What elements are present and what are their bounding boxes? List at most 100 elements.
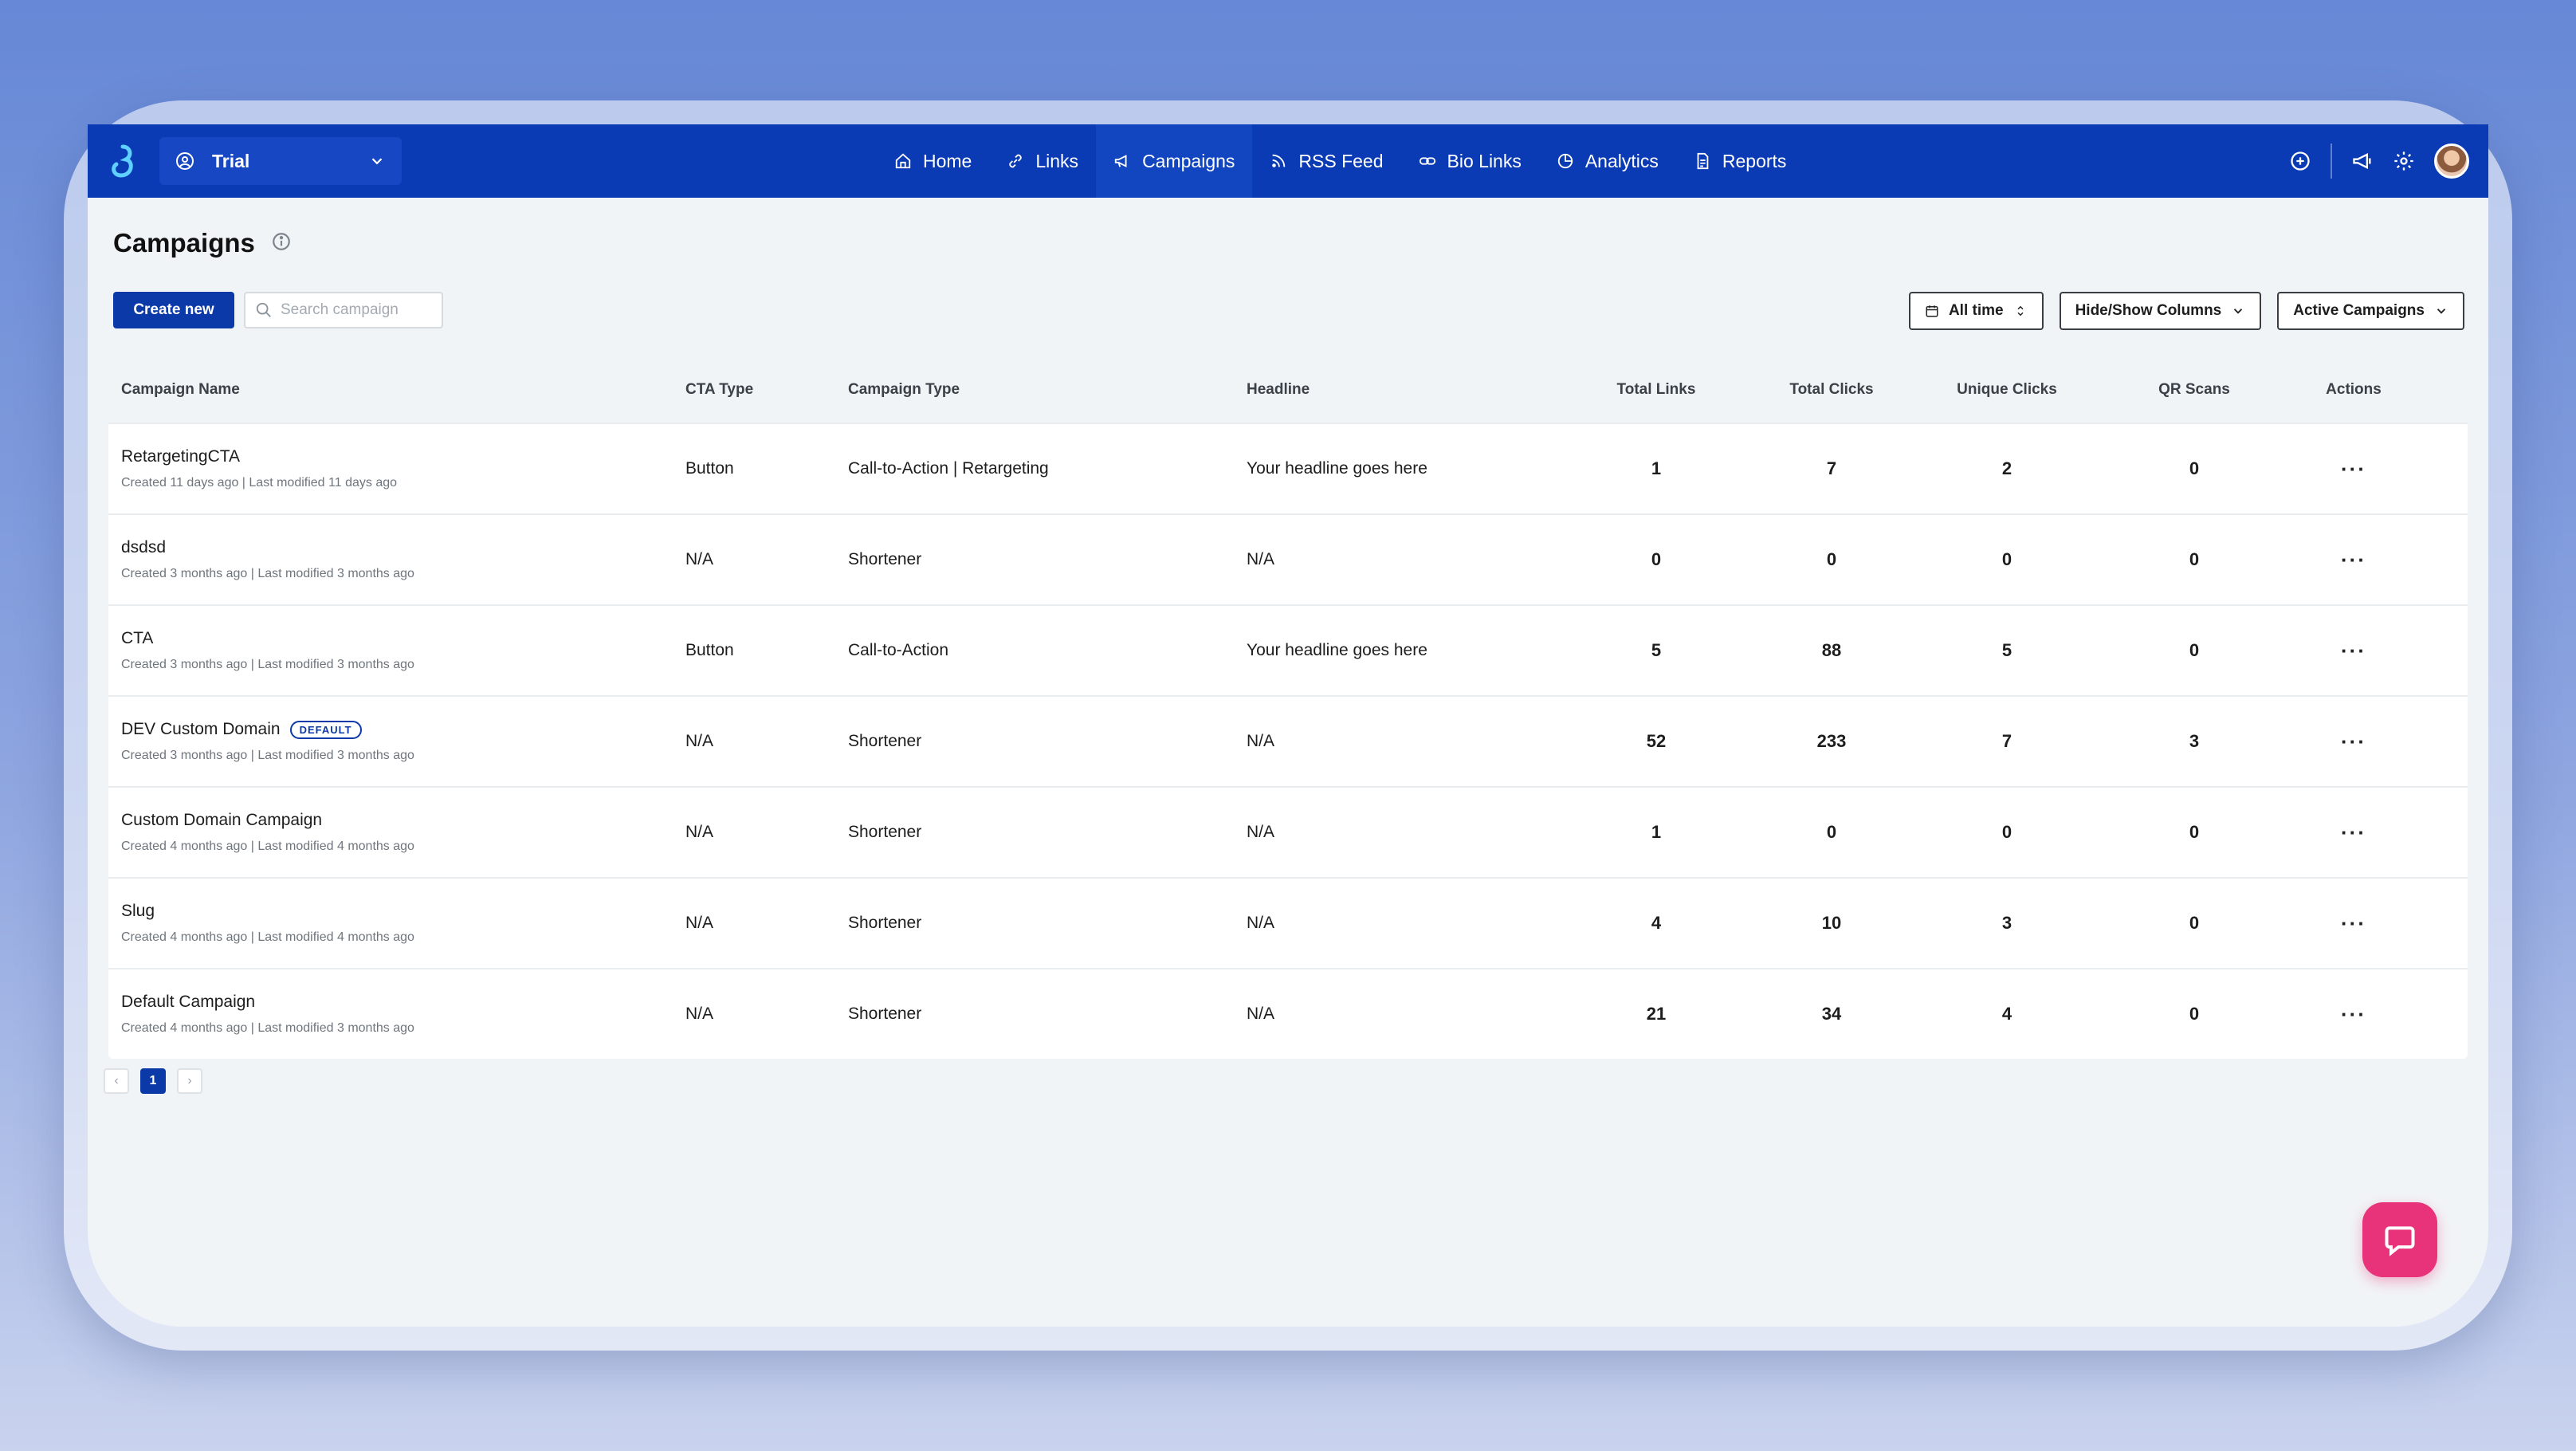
unique-clicks-cell: 4 xyxy=(2001,1004,2012,1024)
unique-clicks-cell: 0 xyxy=(2001,549,2012,569)
campaign-name[interactable]: RetargetingCTA xyxy=(121,447,240,466)
actions-cell: ··· xyxy=(2294,820,2413,845)
campaign-type-cell: Call-to-Action xyxy=(848,641,949,659)
total-clicks-cell: 10 xyxy=(1821,913,1842,933)
campaign-type-cell: Call-to-Action | Retargeting xyxy=(848,459,1049,478)
cta-type-cell: Button xyxy=(685,459,734,478)
app-logo-icon[interactable] xyxy=(107,144,139,179)
date-range-select[interactable]: All time xyxy=(1908,292,2044,330)
cta-type-cell: N/A xyxy=(685,914,714,932)
more-options-icon[interactable]: ··· xyxy=(2341,639,2366,663)
campaign-name[interactable]: Custom Domain Campaign xyxy=(121,811,322,830)
headline-cell: N/A xyxy=(1247,823,1275,841)
total-links-cell: 4 xyxy=(1651,913,1662,933)
qr-scans-cell: 0 xyxy=(2189,822,2200,842)
status-dropdown-label: Active Campaigns xyxy=(2293,302,2425,319)
search-input[interactable] xyxy=(281,301,432,319)
table-row[interactable]: DEV Custom Domain DEFAULT Created 3 mont… xyxy=(108,695,2468,786)
hide-show-columns-dropdown[interactable]: Hide/Show Columns xyxy=(2059,292,2262,330)
unique-clicks-cell: 2 xyxy=(2001,458,2012,478)
create-new-button[interactable]: Create new xyxy=(113,292,234,328)
unique-clicks-cell: 7 xyxy=(2001,731,2012,751)
total-links-cell: 5 xyxy=(1651,640,1662,660)
chevron-down-icon xyxy=(2437,309,2446,314)
campaign-status-dropdown[interactable]: Active Campaigns xyxy=(2277,292,2464,330)
gear-icon[interactable] xyxy=(2393,150,2415,172)
campaign-name[interactable]: dsdsd xyxy=(121,538,166,557)
next-page-button[interactable]: › xyxy=(177,1068,202,1094)
cta-type-cell: N/A xyxy=(685,550,714,568)
campaign-type-cell: Shortener xyxy=(848,914,922,932)
campaign-meta: Created 4 months ago | Last modified 4 m… xyxy=(121,930,414,944)
workspace-selector[interactable]: Trial xyxy=(159,137,402,185)
page-button-current[interactable]: 1 xyxy=(140,1068,166,1094)
table-row[interactable]: Default Campaign Created 4 months ago | … xyxy=(108,968,2468,1059)
more-options-icon[interactable]: ··· xyxy=(2341,911,2366,935)
megaphone-icon xyxy=(1114,155,1127,167)
info-icon[interactable] xyxy=(271,231,292,256)
campaign-name[interactable]: Slug xyxy=(121,902,155,921)
nav-label: RSS Feed xyxy=(1298,150,1384,171)
nav-home[interactable]: Home xyxy=(877,124,989,198)
actions-cell: ··· xyxy=(2294,548,2413,572)
campaign-type-cell: Shortener xyxy=(848,1005,922,1023)
more-options-icon[interactable]: ··· xyxy=(2341,1002,2366,1026)
campaign-name[interactable]: Default Campaign xyxy=(121,993,255,1012)
actions-cell: ··· xyxy=(2294,1002,2413,1027)
campaign-meta: Created 4 months ago | Last modified 3 m… xyxy=(121,1021,414,1035)
unique-clicks-cell: 5 xyxy=(2001,640,2012,660)
col-headline: Headline xyxy=(1247,381,1310,398)
headline-cell: N/A xyxy=(1247,914,1275,932)
campaign-name-cell: dsdsd Created 3 months ago | Last modifi… xyxy=(108,538,673,581)
more-options-icon[interactable]: ··· xyxy=(2341,548,2366,572)
table-row[interactable]: Custom Domain Campaign Created 4 months … xyxy=(108,786,2468,877)
page-title: Campaigns xyxy=(113,228,255,258)
analytics-icon xyxy=(1557,153,1573,169)
qr-scans-cell: 0 xyxy=(2189,458,2200,478)
campaign-meta: Created 11 days ago | Last modified 11 d… xyxy=(121,476,398,490)
nav-label: Analytics xyxy=(1584,150,1659,171)
campaign-name[interactable]: DEV Custom Domain xyxy=(121,720,281,739)
nav-bio-links[interactable]: Bio Links xyxy=(1401,124,1539,198)
table-row[interactable]: RetargetingCTA Created 11 days ago | Las… xyxy=(108,423,2468,513)
nav-campaigns[interactable]: Campaigns xyxy=(1096,124,1253,198)
prev-page-button[interactable]: ‹ xyxy=(104,1068,129,1094)
headline-cell: N/A xyxy=(1247,1005,1275,1023)
chevron-down-icon xyxy=(371,158,383,165)
nav-rss-feed[interactable]: RSS Feed xyxy=(1252,124,1400,198)
app-screen: Trial Home Links Campaigns RSS Feed Bio … xyxy=(88,124,2488,1327)
qr-scans-cell: 0 xyxy=(2189,1004,2200,1024)
workspace-name: Trial xyxy=(212,150,250,171)
search-box[interactable] xyxy=(244,292,443,328)
headline-cell: N/A xyxy=(1247,550,1275,568)
campaign-type-cell: Shortener xyxy=(848,550,922,568)
nav-reports[interactable]: Reports xyxy=(1676,124,1804,198)
more-options-icon[interactable]: ··· xyxy=(2341,820,2366,844)
nav-links[interactable]: Links xyxy=(989,124,1096,198)
cta-type-cell: N/A xyxy=(685,732,714,750)
total-links-cell: 21 xyxy=(1646,1004,1667,1024)
nav-analytics[interactable]: Analytics xyxy=(1539,124,1676,198)
announcement-icon[interactable] xyxy=(2351,150,2374,172)
more-options-icon[interactable]: ··· xyxy=(2341,729,2366,753)
total-links-cell: 1 xyxy=(1651,458,1662,478)
actions-cell: ··· xyxy=(2294,457,2413,482)
sort-arrows-icon xyxy=(2017,305,2024,317)
nav-label: Campaigns xyxy=(1142,150,1235,171)
plus-circle-icon[interactable] xyxy=(2289,150,2311,172)
table-row[interactable]: dsdsd Created 3 months ago | Last modifi… xyxy=(108,513,2468,604)
total-links-cell: 52 xyxy=(1646,731,1667,751)
more-options-icon[interactable]: ··· xyxy=(2341,457,2366,481)
avatar[interactable] xyxy=(2434,144,2469,179)
date-range-value: All time xyxy=(1948,302,2004,319)
support-chat-button[interactable] xyxy=(2362,1202,2437,1277)
table-row[interactable]: Slug Created 4 months ago | Last modifie… xyxy=(108,877,2468,968)
table-row[interactable]: CTA Created 3 months ago | Last modified… xyxy=(108,604,2468,695)
campaign-name-cell: DEV Custom Domain DEFAULT Created 3 mont… xyxy=(108,720,673,763)
campaign-meta: Created 3 months ago | Last modified 3 m… xyxy=(121,658,414,671)
page-header: Campaigns xyxy=(113,228,292,258)
total-clicks-cell: 0 xyxy=(1826,822,1837,842)
calendar-icon xyxy=(1926,305,1938,317)
total-clicks-cell: 233 xyxy=(1816,731,1847,751)
campaign-name[interactable]: CTA xyxy=(121,629,153,648)
